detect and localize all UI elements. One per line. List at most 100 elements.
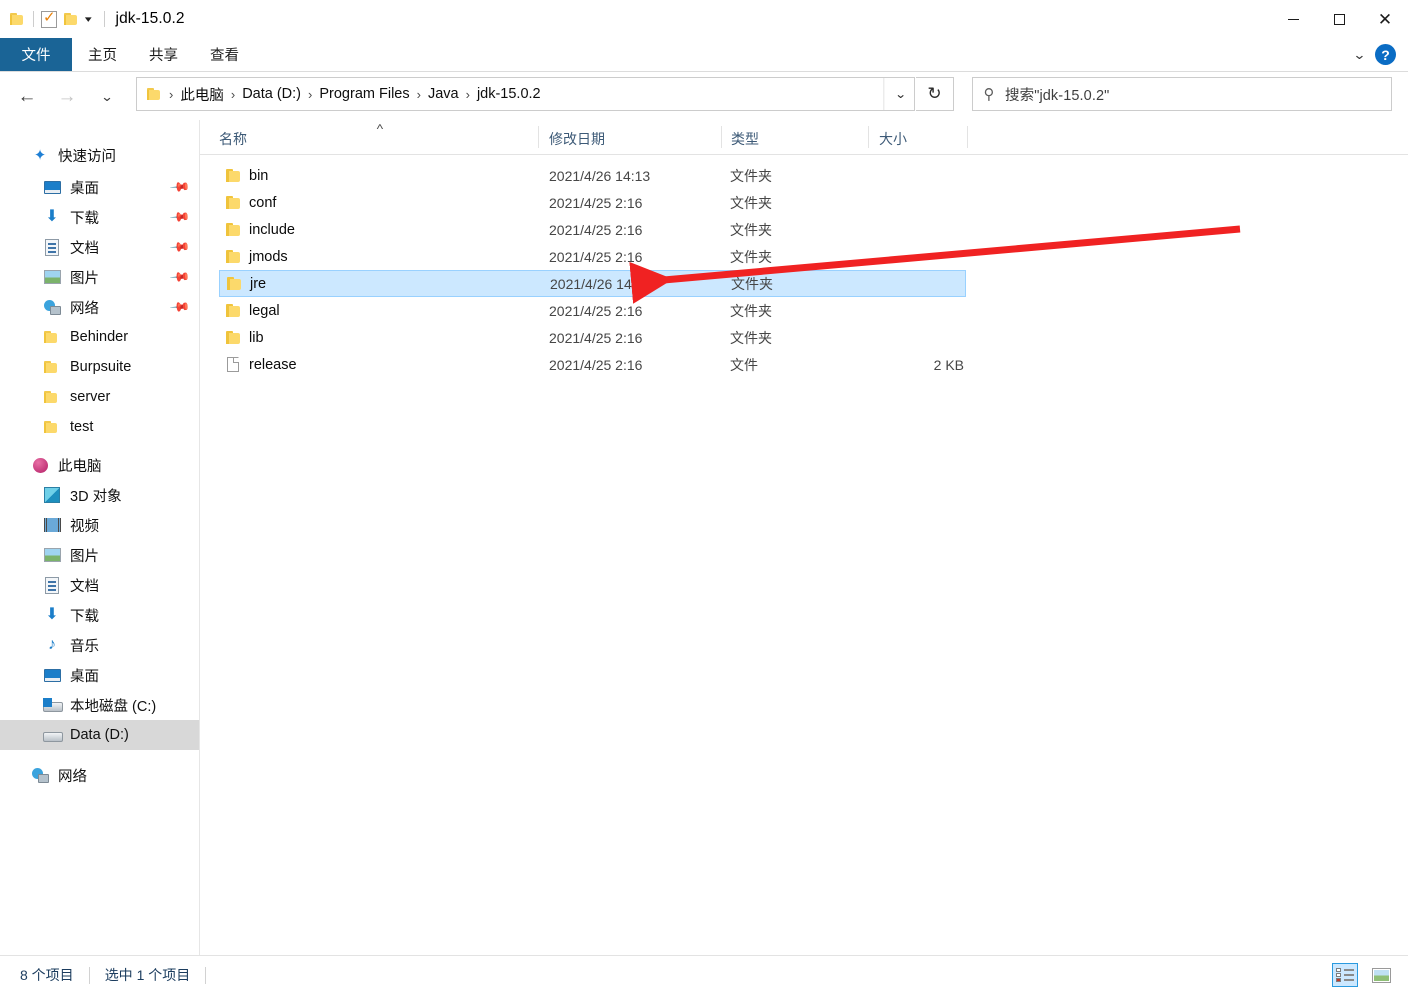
- breadcrumb-separator-1[interactable]: ›: [231, 88, 235, 101]
- column-divider-1[interactable]: [538, 126, 539, 148]
- recent-locations-button[interactable]: ⌄: [89, 79, 125, 113]
- table-row[interactable]: lib 2021/4/25 2:16 文件夹: [219, 324, 966, 351]
- column-divider-3[interactable]: [868, 126, 869, 148]
- pin-icon[interactable]: 📌: [169, 236, 191, 258]
- this-pc-icon: [30, 455, 50, 475]
- sidebar-item-label: 此电脑: [58, 458, 102, 475]
- sidebar-item---5[interactable]: 网络 📌: [0, 292, 199, 322]
- status-divider-2: [205, 966, 207, 984]
- sidebar-item-server-8[interactable]: server: [0, 382, 199, 412]
- ribbon-tab-bar: 文件 主页 共享 查看 ⌄ ?: [0, 38, 1408, 71]
- column-header-size[interactable]: 大小: [879, 129, 907, 149]
- breadcrumb-item-data-d[interactable]: Data (D:): [239, 84, 304, 104]
- folder-icon: [226, 249, 242, 264]
- breadcrumb-separator-3[interactable]: ›: [417, 88, 421, 101]
- breadcrumb-item-java[interactable]: Java: [425, 84, 462, 104]
- pictures-icon: [42, 545, 62, 565]
- back-button[interactable]: ←: [12, 79, 42, 113]
- cell-name: legal: [249, 302, 280, 319]
- cell-name: jmods: [249, 248, 288, 265]
- sidebar-item---1[interactable]: 桌面 📌: [0, 172, 199, 202]
- large-icons-view-button[interactable]: [1368, 963, 1394, 987]
- sidebar-item-burpsuite-7[interactable]: Burpsuite: [0, 352, 199, 382]
- status-bar: 8 个项目 选中 1 个项目: [0, 955, 1408, 994]
- sidebar-item---10[interactable]: 此电脑: [0, 450, 199, 480]
- address-dropdown-icon[interactable]: ⌄: [883, 78, 917, 110]
- sidebar-item---15[interactable]: ⬇ 下载: [0, 600, 199, 630]
- cell-size: 2 KB: [933, 356, 964, 373]
- expand-ribbon-icon[interactable]: ⌄: [1353, 47, 1367, 63]
- column-header-type[interactable]: 类型: [731, 129, 759, 149]
- chevron-down-icon[interactable]: ▾: [85, 14, 92, 24]
- drive-icon: [42, 725, 63, 745]
- sidebar-item---4[interactable]: 图片 📌: [0, 262, 199, 292]
- table-row[interactable]: bin 2021/4/26 14:13 文件夹: [219, 162, 966, 189]
- details-view-button[interactable]: [1332, 963, 1358, 987]
- pin-icon[interactable]: 📌: [169, 266, 191, 288]
- document-icon: [42, 237, 62, 257]
- table-row[interactable]: include 2021/4/25 2:16 文件夹: [219, 216, 966, 243]
- sidebar-item-behinder-6[interactable]: Behinder: [0, 322, 199, 352]
- breadcrumb-separator-4[interactable]: ›: [466, 88, 470, 101]
- folder-icon: [42, 387, 62, 407]
- column-header-date[interactable]: 修改日期: [549, 129, 605, 149]
- pin-icon[interactable]: 📌: [169, 176, 191, 198]
- sidebar-item---16[interactable]: ♪ 音乐: [0, 630, 199, 660]
- help-button[interactable]: ?: [1375, 44, 1396, 65]
- column-divider-4[interactable]: [967, 126, 968, 148]
- search-input[interactable]: 搜索"jdk-15.0.2": [1005, 84, 1109, 105]
- pin-icon[interactable]: 📌: [169, 206, 191, 228]
- cell-date: 2021/4/25 2:16: [549, 194, 643, 211]
- breadcrumb-separator-2[interactable]: ›: [308, 88, 312, 101]
- minimize-button[interactable]: [1270, 0, 1316, 38]
- cell-date: 2021/4/25 2:16: [549, 302, 643, 319]
- table-row[interactable]: jmods 2021/4/25 2:16 文件夹: [219, 243, 966, 270]
- column-header-name[interactable]: 名称: [219, 129, 247, 149]
- sidebar-item-label: Burpsuite: [70, 359, 132, 375]
- sidebar-item---14[interactable]: 文档: [0, 570, 199, 600]
- close-button[interactable]: ✕: [1362, 0, 1408, 38]
- sidebar-item---20[interactable]: 网络: [0, 760, 199, 790]
- table-row[interactable]: jre 2021/4/26 14:25 文件夹: [219, 270, 966, 297]
- explorer-body: ✦ 快速访问 桌面 📌 ⬇ 下载 📌 文档 📌 图片 📌 网络 📌 Behinder Burpsuite se…: [0, 120, 1408, 955]
- breadcrumb-separator-0[interactable]: ›: [169, 88, 173, 101]
- sidebar-item-data-d--19[interactable]: Data (D:): [0, 720, 199, 750]
- status-divider-1: [88, 966, 90, 984]
- cell-date: 2021/4/25 2:16: [549, 248, 643, 265]
- tab-file[interactable]: 文件: [0, 38, 72, 71]
- sidebar-item---12[interactable]: 视频: [0, 510, 199, 540]
- table-row[interactable]: release 2021/4/25 2:16 文件 2 KB: [219, 351, 966, 378]
- 3d-objects-icon: [42, 485, 62, 505]
- table-row[interactable]: legal 2021/4/25 2:16 文件夹: [219, 297, 966, 324]
- tab-view[interactable]: 查看: [194, 38, 255, 71]
- maximize-button[interactable]: [1316, 0, 1362, 38]
- new-folder-icon[interactable]: [64, 12, 80, 26]
- refresh-button[interactable]: ↻: [916, 77, 954, 111]
- sidebar-item---13[interactable]: 图片: [0, 540, 199, 570]
- minimize-icon: [1287, 18, 1299, 20]
- file-explorer-window: ▾ jdk-15.0.2 ✕ 文件 主页 共享 查看 ⌄ ? ← →: [0, 0, 1408, 994]
- sidebar-item-label: 网络: [70, 300, 99, 317]
- sidebar-item---3[interactable]: 文档 📌: [0, 232, 199, 262]
- sidebar-item--c--18[interactable]: 本地磁盘 (C:): [0, 690, 199, 720]
- breadcrumb-item-jdk[interactable]: jdk-15.0.2: [474, 84, 544, 104]
- search-box[interactable]: ⚲ 搜索"jdk-15.0.2": [972, 77, 1392, 111]
- breadcrumb-item-this-pc[interactable]: 此电脑: [177, 82, 227, 107]
- address-bar[interactable]: › 此电脑 › Data (D:) › Program Files › Java…: [136, 77, 915, 111]
- breadcrumb-item-program-files[interactable]: Program Files: [316, 84, 412, 104]
- sidebar-item---2[interactable]: ⬇ 下载 📌: [0, 202, 199, 232]
- pin-icon[interactable]: 📌: [169, 296, 191, 318]
- sidebar-item-3d--11[interactable]: 3D 对象: [0, 480, 199, 510]
- tab-share[interactable]: 共享: [133, 38, 194, 71]
- tab-home[interactable]: 主页: [72, 38, 133, 71]
- forward-button[interactable]: →: [52, 79, 82, 113]
- folder-icon: [226, 222, 242, 237]
- properties-icon[interactable]: [41, 9, 57, 28]
- sidebar-item---17[interactable]: 桌面: [0, 660, 199, 690]
- desktop-icon: [42, 665, 62, 685]
- folder-icon[interactable]: [10, 12, 26, 26]
- sidebar-item---0[interactable]: ✦ 快速访问: [0, 140, 199, 170]
- sidebar-item-test-9[interactable]: test: [0, 412, 199, 442]
- column-divider-2[interactable]: [721, 126, 722, 148]
- table-row[interactable]: conf 2021/4/25 2:16 文件夹: [219, 189, 966, 216]
